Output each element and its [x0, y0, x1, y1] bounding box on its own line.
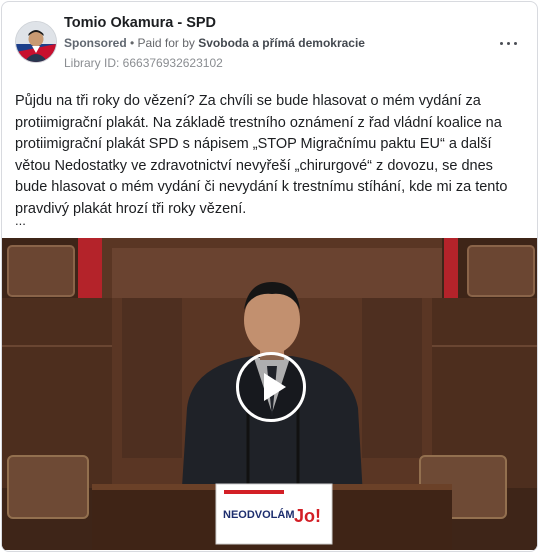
sponsor-name[interactable]: Svoboda a přímá demokracie [198, 36, 365, 50]
play-icon[interactable] [236, 352, 306, 422]
see-more-ellipsis[interactable]: ... [15, 213, 26, 228]
video-player[interactable]: NEODVOLÁM Jo! [2, 238, 537, 550]
page-avatar[interactable] [15, 21, 57, 63]
sign-main-text: NEODVOLÁM [223, 508, 295, 521]
avatar-image [16, 22, 56, 62]
paid-for-label: Paid for by [137, 36, 199, 50]
sponsored-line: Sponsored • Paid for by Svoboda a přímá … [64, 36, 365, 50]
more-options-icon[interactable] [498, 34, 520, 52]
sign-badge-text: Jo! [294, 506, 321, 526]
library-id: Library ID: 666376932623102 [64, 56, 223, 70]
ad-card: Tomio Okamura - SPD Sponsored • Paid for… [1, 1, 538, 552]
separator-dot: • [126, 36, 138, 50]
sponsored-label: Sponsored [64, 36, 127, 50]
post-text: Půjdu na tři roky do vězení? Za chvíli s… [15, 93, 508, 217]
page-name[interactable]: Tomio Okamura - SPD [64, 15, 216, 31]
